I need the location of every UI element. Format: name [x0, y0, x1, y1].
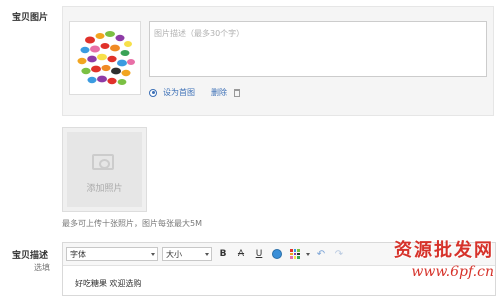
bold-button[interactable]: B — [216, 247, 230, 261]
delete-link[interactable]: 删除 — [211, 87, 227, 98]
globe-icon — [272, 249, 282, 259]
upload-hint: 最多可上传十张照片，图片每张最大5M — [62, 219, 202, 228]
strikethrough-button[interactable]: A — [234, 247, 248, 261]
font-family-value: 字体 — [70, 249, 86, 259]
photo-thumbnail[interactable] — [69, 21, 141, 95]
undo-icon[interactable]: ↶ — [314, 247, 328, 261]
trash-icon[interactable] — [234, 88, 240, 97]
color-palette-icon — [290, 249, 300, 259]
optional-label: 选填 — [34, 263, 50, 272]
chevron-down-icon — [151, 252, 155, 256]
font-size-value: 大小 — [166, 249, 182, 259]
editor-content[interactable]: 好吃糖果 欢迎选购 — [75, 278, 142, 289]
description-label: 宝贝描述 — [12, 251, 49, 261]
photo-item-panel: 图片描述（最多30个字） 设为首图 删除 — [62, 6, 494, 116]
chevron-down-icon[interactable] — [306, 252, 310, 256]
photos-label: 宝贝图片 — [12, 13, 49, 23]
photo-description-input[interactable]: 图片描述（最多30个字） — [149, 21, 487, 77]
set-cover-link[interactable]: 设为首图 — [163, 87, 195, 98]
camera-icon — [92, 154, 114, 170]
add-photo-label: 添加照片 — [86, 184, 123, 194]
add-photo-button[interactable]: 添加照片 — [62, 127, 147, 212]
chevron-down-icon — [205, 252, 209, 256]
font-size-select[interactable]: 大小 — [162, 247, 212, 261]
radio-selected-icon[interactable] — [149, 88, 157, 97]
watermark-url: www.6pf.cn — [411, 264, 494, 280]
photo-actions: 设为首图 删除 — [149, 87, 240, 98]
watermark-title: 资源批发网 — [394, 240, 494, 261]
add-photo-area: 添加照片 — [67, 132, 142, 207]
watermark: 资源批发网 www.6pf.cn — [394, 236, 494, 280]
candy-image — [70, 22, 140, 94]
color-button[interactable] — [288, 247, 302, 261]
redo-icon[interactable]: ↷ — [332, 247, 346, 261]
link-button[interactable] — [270, 247, 284, 261]
underline-button[interactable]: U — [252, 247, 266, 261]
photo-description-placeholder: 图片描述（最多30个字） — [154, 29, 245, 38]
font-family-select[interactable]: 字体 — [66, 247, 158, 261]
